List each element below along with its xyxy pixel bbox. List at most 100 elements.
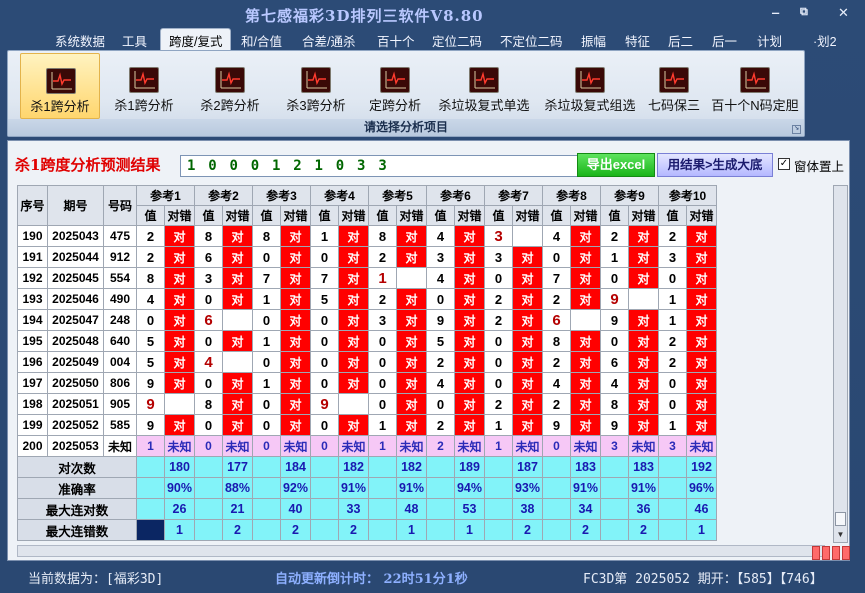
menu-item[interactable]: 定位二码	[432, 31, 482, 50]
cell-result-ok: 对	[164, 414, 195, 436]
table-row[interactable]: 192 2025045 554 8 对 3 对 7 对 7 对 1 4 对 0 对 7 对 0 对 0 对	[17, 267, 718, 289]
stat-value: 2	[570, 519, 601, 541]
menu-item[interactable]: 后一	[712, 31, 737, 50]
horizontal-scrollbar[interactable]	[17, 545, 825, 557]
stat-value: 189	[454, 456, 485, 478]
ribbon-tool-button[interactable]: 杀垃圾复式组选	[539, 53, 641, 119]
cell-result-ok: 对	[338, 267, 369, 289]
scroll-down-icon[interactable]: ▼	[835, 530, 846, 540]
table-row[interactable]: 195 2025048 640 5 对 0 对 1 对 0 对 0 对 5 对 0 对 8 对 0 对 2 对	[17, 330, 718, 352]
export-excel-button[interactable]: 导出excel	[577, 153, 655, 177]
cell-result-ok: 对	[280, 372, 311, 394]
cell-result-ok: 对	[685, 225, 718, 247]
cell-result-ok: 对	[280, 414, 311, 436]
cell-value: 0	[310, 330, 339, 352]
maximize-icon[interactable]: ⧉	[800, 6, 808, 19]
ref-header: 参考9	[600, 185, 659, 206]
cell-result-ok: 对	[338, 372, 369, 394]
cell-value: 2	[426, 351, 455, 373]
table-row[interactable]: 191 2025044 912 2 对 6 对 0 对 0 对 2 对 3 对 3 对 0 对 1 对 3 对	[17, 246, 718, 268]
stat-value: 1	[685, 519, 718, 541]
stat-spacer	[484, 477, 513, 499]
ribbon-tool-button[interactable]: 七码保三	[645, 53, 703, 119]
stat-value: 2	[512, 519, 543, 541]
table-row[interactable]: 199 2025052 585 9 对 0 对 0 对 0 对 1 对 2 对 1 对 9 对 9 对 1 对	[17, 414, 718, 436]
menu-item[interactable]: 跨度/复式	[160, 28, 232, 50]
cell-result-ok: 对	[396, 246, 427, 268]
prediction-result: 未知	[454, 435, 485, 457]
menu-item[interactable]: 百十个	[377, 31, 415, 50]
code-header: 号码	[103, 185, 137, 226]
cell-value: 1	[658, 288, 687, 310]
menu-item[interactable]: 计划	[757, 31, 782, 50]
status-bar: 当前数据为：[福彩3D] 自动更新倒计时： 22时51分1秒 FC3D第 202…	[0, 563, 865, 593]
table-row[interactable]: 198 2025051 905 9 8 对 0 对 9 0 对 0 对 2 对 2 对 8 对 0 对	[17, 393, 718, 415]
ribbon-tool-button[interactable]: 定跨分析	[360, 53, 430, 119]
cell-value: 9	[136, 393, 165, 415]
menu-item[interactable]: 特征	[625, 31, 650, 50]
cell-period: 2025048	[47, 330, 104, 352]
table-row[interactable]: 196 2025049 004 5 对 4 0 对 0 对 0 对 2 对 0 对 2 对 6 对 2 对	[17, 351, 718, 373]
cell-value: 9	[542, 414, 571, 436]
result-value-field[interactable]: 1 0 0 0 1 2 1 0 3 3	[180, 155, 578, 177]
menu-item[interactable]: 振幅	[581, 31, 606, 50]
prediction-seq: 200	[17, 435, 48, 457]
stat-spacer	[658, 498, 687, 520]
table-row[interactable]: 190 2025043 475 2 对 8 对 8 对 1 对 8 对 4 对 3 4 对 2 对 2 对	[17, 225, 718, 247]
cell-value: 1	[252, 372, 281, 394]
prediction-value: 0	[252, 435, 281, 457]
ribbon-tool-button[interactable]: 杀1跨分析	[20, 53, 100, 119]
cell-result-miss	[338, 393, 369, 415]
result-subheader: 对错	[512, 205, 543, 226]
cell-result-ok: 对	[512, 351, 543, 373]
cell-value: 7	[542, 267, 571, 289]
menu-item[interactable]: ·划2	[813, 31, 837, 50]
scroll-thumb[interactable]	[835, 512, 846, 526]
cell-value: 2	[542, 288, 571, 310]
cell-result-ok: 对	[512, 330, 543, 352]
dialog-launcher-icon[interactable]: ↘	[792, 125, 801, 134]
menu-item[interactable]: 不定位二码	[500, 31, 563, 50]
ribbon-tool-button[interactable]: 杀垃圾复式单选	[433, 53, 535, 119]
ribbon-tool-button[interactable]: 杀2跨分析	[190, 53, 270, 119]
chart-line-icon	[575, 67, 605, 93]
menu-item[interactable]: 系统数据	[55, 31, 105, 50]
cell-result-ok: 对	[685, 330, 718, 352]
ref-header: 参考10	[657, 185, 718, 206]
result-subheader: 对错	[628, 205, 659, 226]
menu-item[interactable]: 工具	[122, 31, 147, 50]
result-subheader: 对错	[280, 205, 311, 226]
vertical-scrollbar[interactable]: ▼	[833, 185, 848, 543]
cell-value: 1	[658, 309, 687, 331]
prediction-row[interactable]: 200 2025053 未知 1 未知 0 未知 0 未知 0 未知 1 未知 2 未知 1 未知 0 未知 3 未知 3…	[17, 435, 718, 457]
cell-value: 0	[484, 267, 513, 289]
cell-result-ok: 对	[454, 267, 485, 289]
ribbon-tool-button[interactable]: 百十个N码定胆	[707, 53, 803, 119]
close-icon[interactable]: ✕	[838, 5, 849, 21]
minimize-icon[interactable]: ‒	[772, 5, 779, 20]
stat-value: 184	[280, 456, 311, 478]
cell-value: 0	[426, 288, 455, 310]
table-row[interactable]: 193 2025046 490 4 对 0 对 1 对 5 对 2 对 0 对 2 对 2 对 9 1 对	[17, 288, 718, 310]
stat-value: 26	[164, 498, 195, 520]
menu-item[interactable]: 合差/通杀	[302, 31, 355, 50]
stat-value: 96%	[685, 477, 718, 499]
cell-value: 0	[600, 267, 629, 289]
ribbon-tool-button[interactable]: 杀3跨分析	[276, 53, 356, 119]
cell-value: 5	[136, 351, 165, 373]
cell-value: 2	[426, 414, 455, 436]
cell-value: 9	[136, 372, 165, 394]
topmost-checkbox[interactable]: ✓	[778, 158, 790, 170]
cell-result-ok: 对	[280, 393, 311, 415]
stat-spacer	[252, 519, 281, 541]
value-subheader: 值	[426, 205, 455, 226]
generate-base-button[interactable]: 用结果>生成大底	[657, 153, 773, 177]
table-row[interactable]: 194 2025047 248 0 对 6 0 对 0 对 3 对 9 对 2 对 6 9 对 1 对	[17, 309, 718, 331]
menu-item[interactable]: 后二	[668, 31, 693, 50]
table-row[interactable]: 197 2025050 806 9 对 0 对 1 对 0 对 0 对 4 对 0 对 4 对 4 对 0 对	[17, 372, 718, 394]
menu-item[interactable]: 和/合值	[241, 31, 282, 50]
cell-value: 8	[542, 330, 571, 352]
prediction-result: 未知	[396, 435, 427, 457]
cell-result-ok: 对	[570, 351, 601, 373]
ribbon-tool-button[interactable]: 杀1跨分析	[104, 53, 184, 119]
